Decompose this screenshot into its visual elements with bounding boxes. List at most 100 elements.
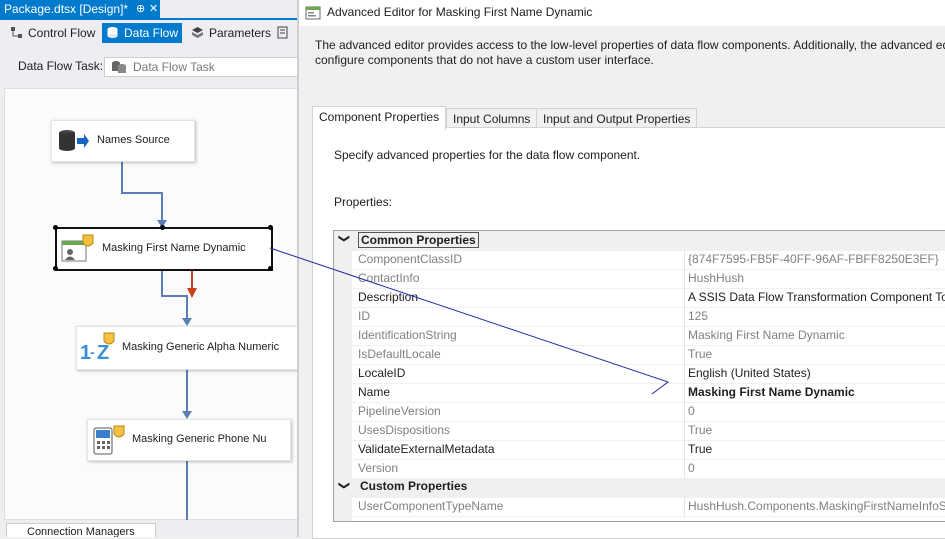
masking-first-name-label: Masking First Name Dynamic: [102, 242, 246, 254]
property-row[interactable]: Description A SSIS Data Flow Transformat…: [334, 288, 945, 308]
tab-input-output-properties[interactable]: Input and Output Properties: [536, 108, 698, 129]
selection-handle[interactable]: [53, 225, 58, 230]
masking-alpha-numeric-component[interactable]: 1-Z Masking Generic Alpha Numeric: [76, 326, 297, 370]
error-arrowhead: [187, 288, 197, 298]
connector-source-to-mfn[interactable]: [121, 161, 163, 226]
package-designer: Package.dtsx [Design]* ⊕ ✕ Control Flow …: [0, 0, 297, 537]
property-row[interactable]: UsesDispositions True: [334, 421, 945, 441]
property-name: UsesDispositions: [358, 423, 451, 437]
grid-separator: [684, 345, 685, 364]
property-name: ID: [358, 309, 370, 323]
property-value: 0: [688, 461, 695, 475]
grid-separator: [684, 402, 685, 421]
property-value: True: [688, 347, 713, 361]
masking-phone-label: Masking Generic Phone Nu: [132, 433, 267, 445]
property-row[interactable]: Name Masking First Name Dynamic: [334, 383, 945, 403]
property-value: Masking First Name Dynamic: [688, 328, 845, 342]
grid-separator: [684, 459, 685, 478]
property-grid[interactable]: ❯ Common Properties ComponentClassID {87…: [333, 230, 945, 522]
dialog-title: Advanced Editor for Masking First Name D…: [327, 5, 593, 19]
panel-instructions: Specify advanced properties for the data…: [334, 148, 641, 162]
grid-separator: [684, 440, 685, 459]
property-name: IsDefaultLocale: [358, 347, 441, 361]
selection-handle[interactable]: [268, 225, 273, 230]
property-name: Description: [358, 290, 419, 304]
phone-icon: [93, 425, 125, 455]
property-name: Name: [358, 385, 391, 399]
grid-separator: [684, 269, 685, 288]
property-row[interactable]: ValidateExternalMetadata True: [334, 440, 945, 460]
property-name: IdentificationString: [358, 328, 457, 342]
property-name: Version: [358, 461, 399, 475]
masking-transform-icon: [61, 234, 94, 262]
property-value: True: [688, 423, 713, 437]
grid-separator: [684, 326, 685, 345]
grid-separator: [684, 364, 685, 383]
grid-separator: [684, 250, 685, 269]
property-value: 125: [688, 309, 709, 323]
selection-handle[interactable]: [160, 225, 165, 230]
property-value: HushHush.Components.MaskingFirstNameInfo…: [688, 499, 945, 513]
connection-managers-bar: Connection Managers: [0, 520, 297, 537]
source-component-label: Names Source: [97, 134, 170, 146]
property-value[interactable]: A SSIS Data Flow Transformation Componen…: [688, 290, 945, 304]
property-row[interactable]: PipelineVersion 0: [334, 402, 945, 422]
tab-component-properties[interactable]: Component Properties: [312, 106, 447, 130]
chevron-down-icon[interactable]: ❯: [338, 481, 351, 490]
connector-arrowhead: [182, 411, 192, 419]
property-value[interactable]: Masking First Name Dynamic: [688, 385, 855, 399]
property-name: UserComponentTypeName: [358, 499, 504, 513]
property-value: {874F7595-FB5F-40FF-96AF-FBFF8250E3EF}: [688, 252, 939, 266]
chevron-down-icon[interactable]: ❯: [338, 234, 351, 243]
connector-arrowhead: [182, 318, 192, 326]
masking-first-name-component[interactable]: Masking First Name Dynamic: [55, 227, 273, 271]
property-row[interactable]: UserComponentTypeName HushHush.Component…: [334, 497, 945, 517]
grid-separator: [684, 288, 685, 307]
property-name: ContactInfo: [358, 271, 420, 285]
property-name: PipelineVersion: [358, 404, 441, 418]
properties-label: Properties:: [334, 195, 393, 209]
selection-handle[interactable]: [53, 266, 58, 271]
dialog-title-bar[interactable]: Advanced Editor for Masking First Name D…: [299, 0, 945, 26]
property-row[interactable]: ComponentClassID {874F7595-FB5F-40FF-96A…: [334, 250, 945, 270]
component-properties-panel: Specify advanced properties for the data…: [312, 127, 945, 539]
alphanumeric-icon: 1- Z: [80, 332, 115, 363]
database-source-icon: [59, 130, 89, 151]
masking-alpha-numeric-label: Masking Generic Alpha Numeric: [122, 341, 280, 353]
property-value[interactable]: English (United States): [688, 366, 811, 380]
grid-separator: [684, 383, 685, 402]
property-row[interactable]: IdentificationString Masking First Name …: [334, 326, 945, 346]
property-row[interactable]: LocaleID English (United States): [334, 364, 945, 384]
grid-separator: [684, 307, 685, 326]
source-component[interactable]: Names Source: [51, 120, 195, 162]
masking-phone-component[interactable]: Masking Generic Phone Nu: [87, 419, 291, 461]
advanced-editor-dialog: Advanced Editor for Masking First Name D…: [299, 0, 945, 539]
property-name: ComponentClassID: [358, 252, 463, 266]
property-value: 0: [688, 404, 695, 418]
svg-text:-: -: [90, 344, 95, 360]
property-value[interactable]: True: [688, 442, 712, 456]
property-row[interactable]: Version 0: [334, 459, 945, 479]
dialog-app-icon: [305, 6, 321, 20]
category-label: Common Properties: [358, 232, 479, 248]
property-row[interactable]: ID 125: [334, 307, 945, 327]
connection-managers-tab[interactable]: Connection Managers: [6, 523, 156, 537]
property-name: LocaleID: [358, 366, 406, 380]
connection-managers-label: Connection Managers: [27, 526, 135, 537]
category-label: Custom Properties: [360, 479, 468, 493]
property-row[interactable]: ContactInfo HushHush: [334, 269, 945, 289]
tab-input-columns[interactable]: Input Columns: [446, 108, 538, 129]
dialog-description-line: The advanced editor provides access to t…: [315, 38, 945, 52]
selection-handle[interactable]: [268, 266, 273, 271]
dialog-description-line: configure components that do not have a …: [315, 53, 654, 67]
grid-separator: [684, 421, 685, 440]
grid-separator: [684, 497, 685, 516]
property-name: ValidateExternalMetadata: [358, 442, 495, 456]
connector-mfn-to-alpha[interactable]: [161, 268, 188, 324]
category-custom-properties[interactable]: ❯ Custom Properties: [334, 478, 945, 498]
dialog-description: The advanced editor provides access to t…: [315, 38, 945, 68]
svg-text:Z: Z: [97, 342, 109, 363]
property-row[interactable]: IsDefaultLocale True: [334, 345, 945, 365]
category-common-properties[interactable]: ❯ Common Properties: [334, 231, 945, 251]
property-value: HushHush: [688, 271, 745, 285]
